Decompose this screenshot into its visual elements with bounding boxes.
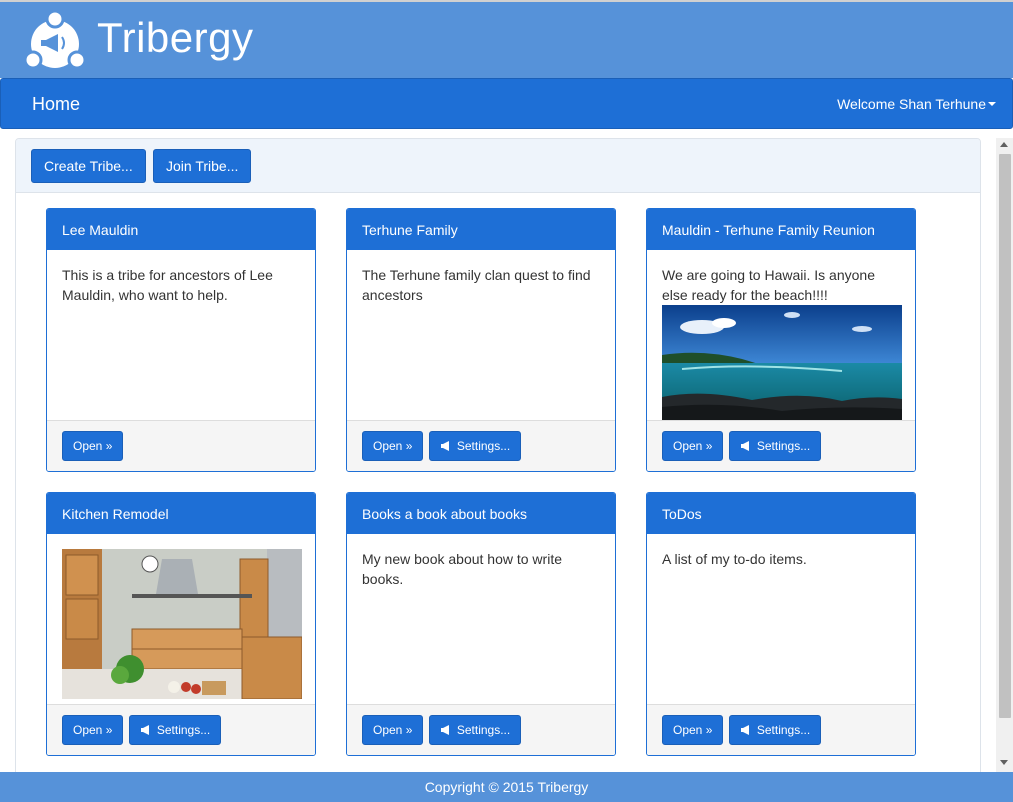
main-navbar: Home Welcome Shan Terhune [0, 78, 1013, 129]
megaphone-icon [440, 440, 449, 451]
tribe-card-title: Kitchen Remodel [47, 493, 315, 534]
panel-toolbar: Create Tribe... Join Tribe... [16, 139, 980, 193]
double-chevron-right-icon: » [105, 723, 113, 737]
tribe-card-title: Mauldin - Terhune Family Reunion [647, 209, 915, 250]
tribe-settings-button[interactable]: Settings... [428, 431, 522, 461]
tribe-card-body: This is a tribe for ancestors of Lee Mau… [47, 250, 315, 420]
brand-bar: Tribergy [0, 0, 1013, 78]
kitchen-image [62, 549, 302, 699]
tribe-settings-button[interactable]: Settings... [428, 715, 522, 745]
user-menu-dropdown[interactable]: Welcome Shan Terhune [837, 96, 996, 112]
tribe-card-footer: Open » Settings... [347, 420, 615, 471]
tribe-card-title: Books a book about books [347, 493, 615, 534]
tribe-card-description: A list of my to-do items. [662, 551, 807, 567]
brand-name[interactable]: Tribergy [97, 14, 253, 62]
tribe-card-footer: Open » [47, 420, 315, 471]
tribe-card-lee-mauldin: Lee Mauldin This is a tribe for ancestor… [46, 208, 316, 472]
tribe-card-description: We are going to Hawaii. Is anyone else r… [662, 267, 875, 303]
open-label: Open [673, 723, 703, 737]
create-tribe-button[interactable]: Create Tribe... [31, 149, 146, 183]
tribe-card-body: My new book about how to write books. [347, 534, 615, 704]
tribe-card-kitchen-remodel: Kitchen Remodel Open » Settings... [46, 492, 316, 756]
tribe-card-footer: Open » Settings... [647, 704, 915, 755]
megaphone-icon [740, 724, 749, 735]
copyright-text: Copyright © 2015 Tribergy [424, 779, 589, 795]
tribe-card-description: This is a tribe for ancestors of Lee Mau… [62, 267, 273, 303]
hawaii-beach-image [662, 305, 902, 420]
nav-home-link[interactable]: Home [32, 94, 80, 115]
megaphone-icon [140, 724, 149, 735]
tribe-card-title: Terhune Family [347, 209, 615, 250]
user-menu-label: Welcome Shan Terhune [837, 96, 986, 112]
open-label: Open [373, 723, 403, 737]
megaphone-icon [440, 724, 449, 735]
open-label: Open [373, 439, 403, 453]
tribe-card-footer: Open » Settings... [347, 704, 615, 755]
open-tribe-button[interactable]: Open » [662, 431, 724, 461]
tribe-settings-button[interactable]: Settings... [128, 715, 222, 745]
settings-label: Settings... [756, 439, 811, 453]
open-tribe-button[interactable]: Open » [362, 431, 424, 461]
settings-label: Settings... [456, 723, 511, 737]
tribe-card-body: The Terhune family clan quest to find an… [347, 250, 615, 420]
open-tribe-button[interactable]: Open » [62, 715, 124, 745]
tribe-card-family-reunion: Mauldin - Terhune Family Reunion We are … [646, 208, 916, 472]
caret-down-icon [988, 102, 996, 107]
open-tribe-button[interactable]: Open » [662, 715, 724, 745]
tribe-card-body: We are going to Hawaii. Is anyone else r… [647, 250, 915, 420]
tribe-card-body: A list of my to-do items. [647, 534, 915, 704]
double-chevron-right-icon: » [705, 723, 713, 737]
double-chevron-right-icon: » [705, 439, 713, 453]
double-chevron-right-icon: » [105, 439, 113, 453]
open-label: Open [73, 723, 103, 737]
tribe-card-footer: Open » Settings... [47, 704, 315, 755]
settings-label: Settings... [756, 723, 811, 737]
megaphone-icon [740, 440, 749, 451]
double-chevron-right-icon: » [405, 439, 413, 453]
page-footer: Copyright © 2015 Tribergy [0, 772, 1013, 802]
tribe-card-description: My new book about how to write books. [362, 551, 562, 587]
scrollbar-thumb[interactable] [999, 154, 1011, 718]
join-tribe-button[interactable]: Join Tribe... [153, 149, 252, 183]
tribe-card-title: Lee Mauldin [47, 209, 315, 250]
scroll-down-arrow-icon[interactable] [1000, 760, 1008, 765]
open-tribe-button[interactable]: Open » [362, 715, 424, 745]
scroll-up-arrow-icon[interactable] [1000, 142, 1008, 147]
tribe-card-books: Books a book about books My new book abo… [346, 492, 616, 756]
open-tribe-button[interactable]: Open » [62, 431, 124, 461]
tribe-card-body [47, 534, 315, 704]
tribes-panel: Create Tribe... Join Tribe... Lee Mauldi… [15, 138, 981, 778]
tribe-card-terhune-family: Terhune Family The Terhune family clan q… [346, 208, 616, 472]
tribe-card-title: ToDos [647, 493, 915, 534]
tribe-card-description: The Terhune family clan quest to find an… [362, 267, 591, 303]
open-label: Open [673, 439, 703, 453]
tribe-card-footer: Open » Settings... [647, 420, 915, 471]
tribe-settings-button[interactable]: Settings... [728, 715, 822, 745]
double-chevron-right-icon: » [405, 723, 413, 737]
tribe-card-todos: ToDos A list of my to-do items. Open » S… [646, 492, 916, 756]
settings-label: Settings... [156, 723, 211, 737]
tribe-settings-button[interactable]: Settings... [728, 431, 822, 461]
open-label: Open [73, 439, 103, 453]
settings-label: Settings... [456, 439, 511, 453]
tribe-megaphone-logo-icon[interactable] [24, 10, 86, 72]
